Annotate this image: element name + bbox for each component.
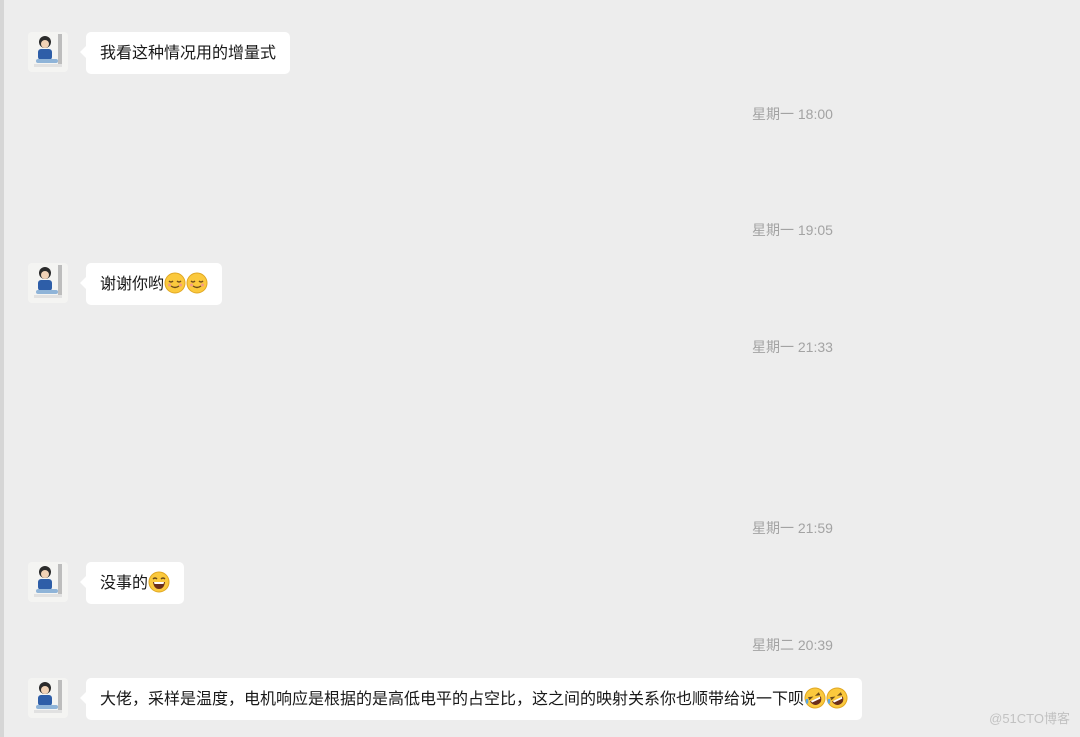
avatar-illustration-icon [28, 678, 68, 718]
message-timestamp: 星期一 18:00 [752, 106, 833, 122]
message-timestamp: 星期一 19:05 [752, 222, 833, 238]
message-bubble[interactable]: 大佬，采样是温度，电机响应是根据的是高低电平的占空比，这之间的映射关系你也顺带给… [79, 678, 863, 720]
contact-avatar[interactable] [28, 32, 68, 72]
message-timestamp: 星期一 21:33 [752, 339, 833, 355]
relieved-face-icon [186, 272, 208, 294]
contact-avatar[interactable] [28, 678, 68, 718]
message-text: 谢谢你哟 [100, 274, 165, 293]
message-text: 我看这种情况用的增量式 [100, 43, 277, 62]
avatar-illustration-icon [28, 562, 68, 602]
message-text: 大佬，采样是温度，电机响应是根据的是高低电平的占空比，这之间的映射关系你也顺带给… [100, 689, 805, 708]
relieved-face-icon [164, 272, 186, 294]
grinning-face-icon [148, 571, 170, 593]
avatar-illustration-icon [28, 263, 68, 303]
contact-avatar[interactable] [28, 562, 68, 602]
message-bubble[interactable]: 没事的 [79, 562, 185, 604]
rolling-laughing-face-icon [826, 687, 848, 709]
message-bubble[interactable]: 谢谢你哟 [79, 263, 223, 305]
avatar-illustration-icon [28, 32, 68, 72]
message-timestamp: 星期一 21:59 [752, 520, 833, 536]
message-bubble[interactable]: 我看这种情况用的增量式 [79, 32, 291, 74]
message-timestamp: 星期二 20:39 [752, 637, 833, 653]
message-text: 没事的 [100, 573, 149, 592]
contact-avatar[interactable] [28, 263, 68, 303]
chat-history[interactable]: 我看这种情况用的增量式 星期一 18:00 星期一 19:05 谢谢你哟 星期一… [0, 0, 1080, 737]
rolling-laughing-face-icon [804, 687, 826, 709]
watermark: @51CTO博客 [989, 711, 1070, 726]
